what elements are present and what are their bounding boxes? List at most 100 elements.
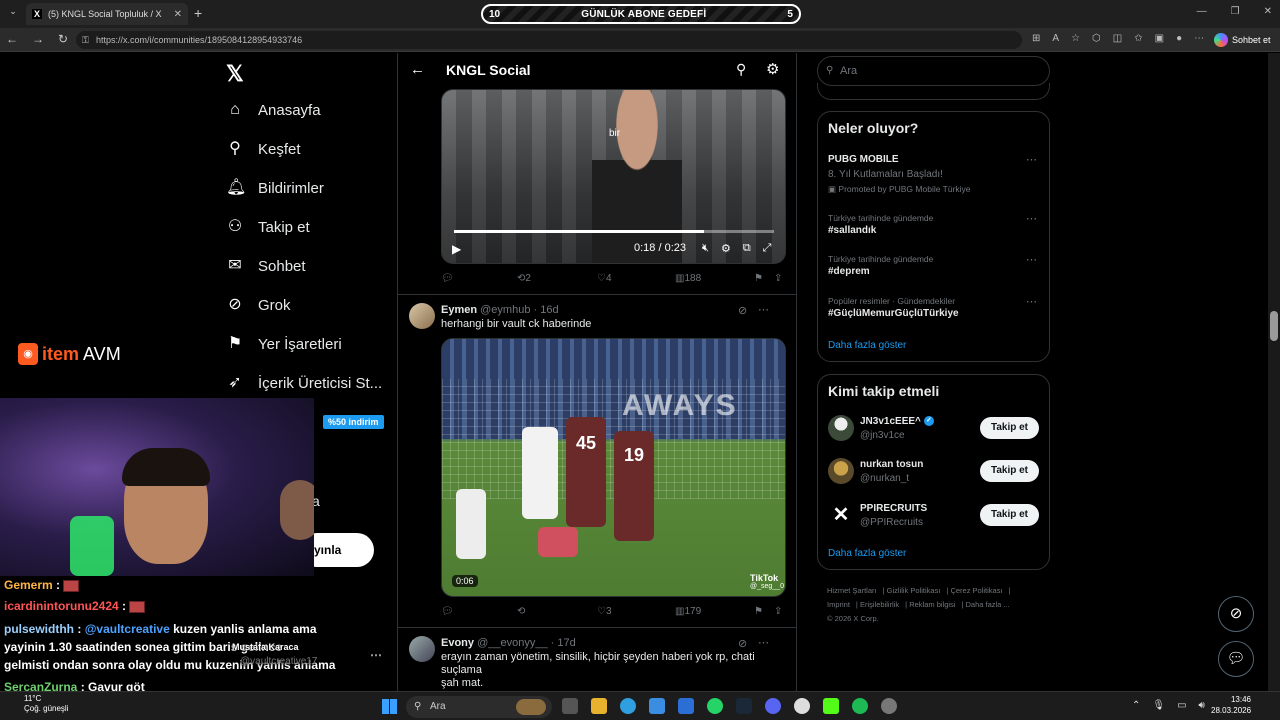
like-button[interactable]: ♡ 4 — [597, 273, 612, 284]
trend-more-icon[interactable]: ⋯ — [1026, 253, 1038, 266]
avatar[interactable] — [409, 303, 435, 329]
profile-avatar[interactable]: ● — [1176, 33, 1182, 44]
split-screen-icon[interactable]: ◫ — [1113, 33, 1122, 44]
tray-expand-icon[interactable]: ⌃ — [1132, 700, 1140, 711]
follow-name[interactable]: JN3v1cEEE^ ✓ — [860, 416, 934, 427]
back-icon[interactable]: ← — [6, 32, 18, 46]
footer-link[interactable]: Daha fazla ... — [966, 600, 1010, 609]
chrome-like-icon[interactable] — [794, 698, 810, 714]
footer-link[interactable]: Hizmet Şartları — [827, 586, 877, 595]
more-icon[interactable]: ⋯ — [758, 303, 770, 316]
trend-name[interactable]: #sallandık — [828, 225, 876, 236]
trend-name[interactable]: #deprem — [828, 266, 870, 277]
footer-link[interactable]: Erişilebilirlik — [860, 600, 899, 609]
avatar[interactable] — [828, 415, 854, 441]
mail-app-icon[interactable] — [678, 698, 694, 714]
share-icon[interactable]: ⇪ — [774, 273, 782, 284]
store-icon[interactable] — [649, 698, 665, 714]
nav-messages[interactable]: ✉ Sohbet — [226, 257, 305, 275]
back-arrow-icon[interactable]: ← — [410, 61, 425, 78]
discord-icon[interactable] — [765, 698, 781, 714]
forward-icon[interactable]: → — [32, 32, 44, 46]
app-available-icon[interactable]: ⊞ — [1032, 33, 1040, 44]
edge-icon[interactable] — [620, 698, 636, 714]
search-icon[interactable]: ⚲ — [736, 61, 746, 78]
fullscreen-icon[interactable]: ⤢ — [763, 242, 772, 255]
nav-bookmarks[interactable]: ⚑ Yer İşaretleri — [226, 335, 342, 353]
nav-explore[interactable]: ⚲ Keşfet — [226, 140, 300, 158]
footer-link[interactable]: Gizlilik Politikası — [887, 586, 941, 595]
views-button[interactable]: ▥ 179 — [675, 606, 701, 617]
avatar[interactable] — [409, 636, 435, 662]
weather-widget[interactable]: 11°C Çoğ. güneşli — [24, 694, 68, 714]
nav-notifications[interactable]: 🔔︎ Bildirimler — [226, 179, 324, 197]
more-icon[interactable]: ⋯ — [758, 636, 770, 649]
site-info-icon[interactable]: ⚿ — [82, 31, 89, 49]
author-handle[interactable]: @__evonyy__ — [477, 637, 548, 649]
mute-icon[interactable]: 🔇︎ — [702, 242, 709, 255]
file-explorer-icon[interactable] — [591, 698, 607, 714]
favorites-icon[interactable]: ✩ — [1134, 33, 1142, 44]
like-button[interactable]: ♡ 3 — [597, 606, 612, 617]
share-icon[interactable]: ⇪ — [774, 606, 782, 617]
collections-icon[interactable]: ▣ — [1155, 33, 1164, 44]
more-menu-icon[interactable]: ⋯ — [1194, 33, 1204, 44]
task-view-icon[interactable] — [562, 698, 578, 714]
page-scrollbar[interactable] — [1268, 53, 1280, 691]
settings-icon[interactable]: ⚙ — [721, 242, 731, 255]
footer-link[interactable]: Çerez Politikası — [950, 586, 1002, 595]
messages-fab-icon[interactable]: 💬︎ — [1218, 641, 1254, 677]
taskbar-clock[interactable]: 13:46 28.03.2026 — [1211, 694, 1251, 716]
avatar[interactable] — [828, 458, 854, 484]
url-field[interactable]: ⚿ https://x.com/i/communities/1895084128… — [76, 31, 1022, 49]
minimize-icon[interactable]: — — [1197, 6, 1207, 17]
views-button[interactable]: ▥ 188 — [675, 273, 701, 284]
start-button-icon[interactable] — [382, 699, 397, 714]
trend-name[interactable]: PUBG MOBILE — [828, 154, 899, 165]
close-tab-icon[interactable]: ✕ — [174, 9, 182, 20]
extensions-icon[interactable]: ⬡ — [1092, 33, 1101, 44]
taskbar-search[interactable]: ⚲ Ara — [406, 696, 552, 718]
video-progress-bar[interactable] — [454, 230, 774, 233]
retweet-button[interactable]: ⟲ 2 — [517, 273, 531, 284]
author-name[interactable]: Eymen — [441, 304, 477, 316]
play-icon[interactable]: ▶ — [452, 242, 461, 256]
browser-tab[interactable]: X (5) KNGL Social Topluluk / X ✕ — [26, 3, 188, 25]
volume-icon[interactable]: 🔊︎ — [1199, 700, 1205, 711]
nav-home[interactable]: ⌂ Anasayfa — [226, 101, 320, 119]
popout-icon[interactable]: ⧉ — [743, 242, 751, 255]
reload-icon[interactable]: ↻ — [58, 32, 68, 46]
x-logo-icon[interactable]: 𝕏 — [226, 61, 244, 87]
nav-follow[interactable]: ⚇ Takip et — [226, 218, 310, 236]
author-handle[interactable]: @eymhub — [480, 304, 530, 316]
copilot-chat-button[interactable]: Sohbet et — [1214, 32, 1271, 48]
nav-creator-studio[interactable]: ➶ İçerik Üreticisi St... — [226, 374, 382, 392]
bookmark-icon[interactable]: ⚑ — [754, 606, 763, 617]
author-name[interactable]: Evony — [441, 637, 474, 649]
search-input[interactable]: ⚲ Ara — [817, 56, 1050, 86]
follow-button[interactable]: Takip et — [980, 504, 1039, 526]
grok-icon[interactable]: ⊘ — [738, 637, 747, 650]
steam-icon[interactable] — [736, 698, 752, 714]
scrollbar-thumb[interactable] — [1270, 311, 1278, 341]
read-aloud-icon[interactable]: A — [1052, 33, 1059, 44]
microphone-icon[interactable]: 🎙︎ — [1152, 700, 1165, 711]
follow-button[interactable]: Takip et — [980, 417, 1039, 439]
video-player[interactable]: AWAYS 45 19 0:06 TikTok @_seg__0 — [441, 338, 786, 597]
reply-icon[interactable]: 💬︎ — [441, 273, 454, 284]
retweet-icon[interactable]: ⟲ — [517, 606, 525, 617]
close-window-icon[interactable]: ✕ — [1264, 6, 1272, 17]
trend-more-icon[interactable]: ⋯ — [1026, 212, 1038, 225]
video-player[interactable]: bir ▶ 0:18 / 0:23 🔇︎ ⚙ ⧉ ⤢ — [441, 89, 786, 264]
kick-icon[interactable] — [823, 698, 839, 714]
spotify-icon[interactable] — [852, 698, 868, 714]
nav-grok[interactable]: ⊘ Grok — [226, 296, 290, 314]
restore-icon[interactable]: ❐ — [1231, 6, 1240, 17]
follow-name[interactable]: nurkan tosun — [860, 459, 923, 470]
settings-app-icon[interactable] — [881, 698, 897, 714]
grok-fab-icon[interactable]: ⊘ — [1218, 596, 1254, 632]
network-icon[interactable]: ▭ — [1177, 700, 1186, 711]
footer-link[interactable]: Reklam bilgisi — [909, 600, 955, 609]
bookmark-icon[interactable]: ⚑ — [754, 273, 763, 284]
ppi-logo-icon[interactable]: ✕ — [828, 502, 854, 528]
